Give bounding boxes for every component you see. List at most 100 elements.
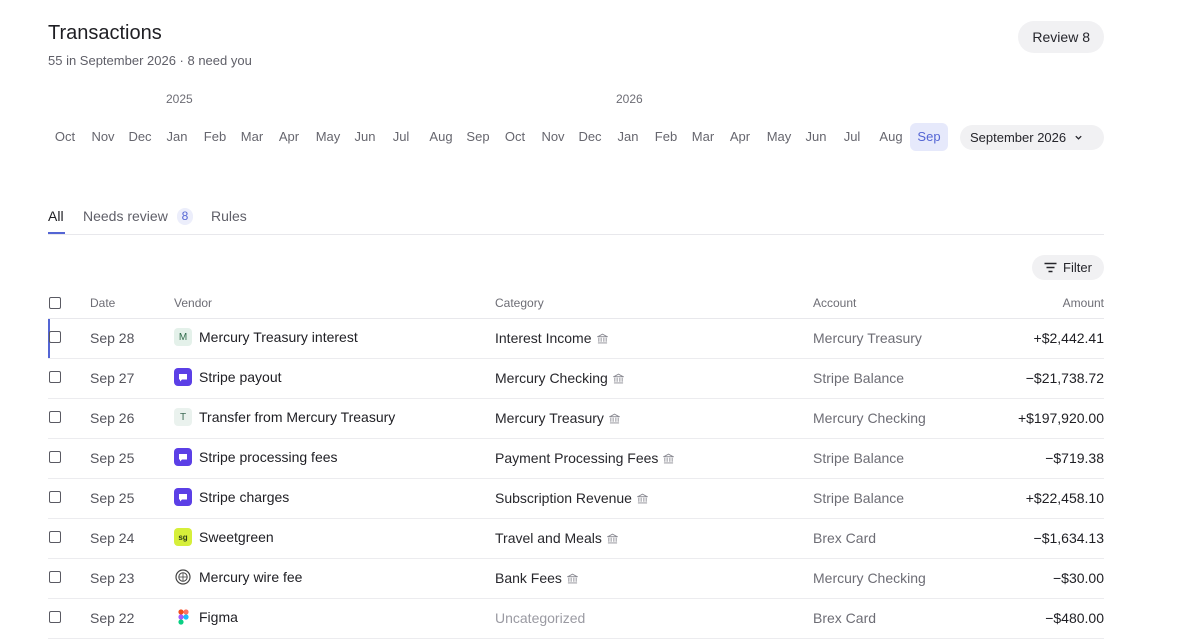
month-sep-2026[interactable]: Sep (466, 123, 489, 151)
table-row[interactable]: Sep 24 sg Sweetgreen Travel and Meals Brex C… (48, 519, 1104, 559)
month-jun-2026[interactable]: Jun (355, 123, 376, 151)
table-row[interactable]: Sep 28 M Mercury Treasury interest Interest… (48, 319, 1104, 359)
bank-icon (612, 373, 624, 383)
sweetgreen-icon: sg (174, 528, 192, 546)
year-label-2026: 2026 (616, 92, 643, 106)
vendor-name: Mercury wire fee (199, 569, 303, 585)
row-checkbox[interactable] (49, 571, 61, 583)
col-date[interactable]: Date (90, 296, 115, 310)
row-account: Mercury Treasury (813, 330, 922, 346)
transactions-table: Sep 28 M Mercury Treasury interest Interest… (48, 319, 1104, 639)
table-row[interactable]: Sep 23 Mercury wire fee Bank Fees Mercury C… (48, 559, 1104, 599)
bank-icon (636, 493, 648, 503)
row-date: Sep 25 (90, 490, 135, 506)
mercury-logo-icon (174, 568, 192, 586)
filter-button[interactable]: Filter (1032, 255, 1104, 280)
transfer-t-icon: T (174, 408, 192, 426)
row-checkbox[interactable] (49, 491, 61, 503)
row-checkbox[interactable] (49, 411, 61, 423)
row-vendor: Figma (174, 608, 238, 626)
category-name: Mercury Checking (495, 370, 608, 386)
row-amount: −$21,738.72 (1025, 370, 1104, 386)
category-name: Interest Income (495, 330, 592, 346)
page-title: Transactions (48, 22, 162, 44)
month-sep-selected[interactable]: Sep (910, 123, 948, 151)
row-account: Brex Card (813, 530, 877, 546)
table-row[interactable]: Sep 25 Stripe charges Subscription Revenue… (48, 479, 1104, 519)
row-vendor: Stripe payout (174, 368, 282, 386)
year-label-2025: 2025 (166, 92, 193, 106)
row-checkbox[interactable] (49, 611, 61, 623)
month-dec-2026[interactable]: Dec (578, 123, 601, 151)
row-category[interactable]: Mercury Treasury (495, 410, 620, 426)
month-may-2026[interactable]: May (316, 123, 341, 151)
row-checkbox[interactable] (49, 531, 61, 543)
category-name: Mercury Treasury (495, 410, 604, 426)
needs-review-count-badge: 8 (177, 208, 193, 225)
month-feb-2027[interactable]: Feb (655, 123, 677, 151)
month-nov-2025[interactable]: Nov (91, 123, 114, 151)
month-jan-2027[interactable]: Jan (618, 123, 639, 151)
vendor-name: Transfer from Mercury Treasury (199, 409, 396, 425)
month-oct-2025[interactable]: Oct (55, 123, 75, 151)
month-mar-2027[interactable]: Mar (692, 123, 714, 151)
row-amount: +$197,920.00 (1017, 410, 1104, 426)
vendor-name: Sweetgreen (199, 529, 274, 545)
month-jul-2026[interactable]: Jul (393, 123, 410, 151)
month-nov-2026[interactable]: Nov (541, 123, 564, 151)
row-date: Sep 22 (90, 610, 135, 626)
month-aug-2027[interactable]: Aug (879, 123, 902, 151)
stripe-icon (174, 448, 192, 466)
row-category[interactable]: Mercury Checking (495, 370, 624, 386)
month-jun-2027[interactable]: Jun (806, 123, 827, 151)
row-category[interactable]: Subscription Revenue (495, 490, 648, 506)
table-row[interactable]: Sep 22 Figma Uncategorized Brex Card −$480.0… (48, 599, 1104, 639)
tab-rules[interactable]: Rules (211, 208, 247, 224)
page-subtitle: 55 in September 2026 · 8 need you (48, 53, 252, 68)
month-aug-2026[interactable]: Aug (429, 123, 452, 151)
col-category[interactable]: Category (495, 296, 544, 310)
month-jan-2026[interactable]: Jan (167, 123, 188, 151)
month-picker-dropdown[interactable]: September 2026 (960, 125, 1104, 150)
select-all-checkbox[interactable] (49, 297, 61, 309)
month-may-2027[interactable]: May (767, 123, 792, 151)
row-category[interactable]: Payment Processing Fees (495, 450, 675, 466)
tab-all[interactable]: All (48, 208, 64, 224)
month-oct-2026[interactable]: Oct (505, 123, 525, 151)
row-vendor: M Mercury Treasury interest (174, 328, 358, 346)
row-category[interactable]: Interest Income (495, 330, 608, 346)
month-apr-2027[interactable]: Apr (730, 123, 750, 151)
stripe-icon (174, 368, 192, 386)
row-account: Brex Card (813, 610, 877, 626)
row-category[interactable]: Travel and Meals (495, 530, 618, 546)
row-category[interactable]: Uncategorized (495, 610, 585, 626)
month-jul-2027[interactable]: Jul (844, 123, 861, 151)
row-account: Stripe Balance (813, 370, 905, 386)
row-category[interactable]: Bank Fees (495, 570, 578, 586)
transactions-page: Transactions 55 in September 2026 · 8 ne… (48, 0, 1104, 639)
tab-needs-review[interactable]: Needs review (83, 208, 168, 224)
row-checkbox[interactable] (49, 331, 61, 343)
table-row[interactable]: Sep 27 Stripe payout Mercury Checking Strip… (48, 359, 1104, 399)
month-feb-2026[interactable]: Feb (204, 123, 226, 151)
col-amount[interactable]: Amount (1063, 296, 1104, 310)
category-name: Bank Fees (495, 570, 562, 586)
filter-label: Filter (1063, 260, 1092, 275)
month-apr-2026[interactable]: Apr (279, 123, 299, 151)
category-name: Subscription Revenue (495, 490, 632, 506)
row-vendor: Stripe processing fees (174, 448, 338, 466)
row-checkbox[interactable] (49, 371, 61, 383)
month-mar-2026[interactable]: Mar (241, 123, 263, 151)
mercury-m-icon: M (174, 328, 192, 346)
row-checkbox[interactable] (49, 451, 61, 463)
category-name: Payment Processing Fees (495, 450, 659, 466)
table-row[interactable]: Sep 25 Stripe processing fees Payment Proc… (48, 439, 1104, 479)
active-tab-indicator (48, 232, 65, 234)
col-account[interactable]: Account (813, 296, 856, 310)
month-dec-2025[interactable]: Dec (128, 123, 151, 151)
table-header: Date Vendor Category Account Amount (48, 294, 1104, 319)
chevron-down-icon (1075, 135, 1082, 140)
col-vendor[interactable]: Vendor (174, 296, 212, 310)
table-row[interactable]: Sep 26 T Transfer from Mercury Treasury Mer… (48, 399, 1104, 439)
review-button[interactable]: Review 8 (1018, 21, 1104, 53)
